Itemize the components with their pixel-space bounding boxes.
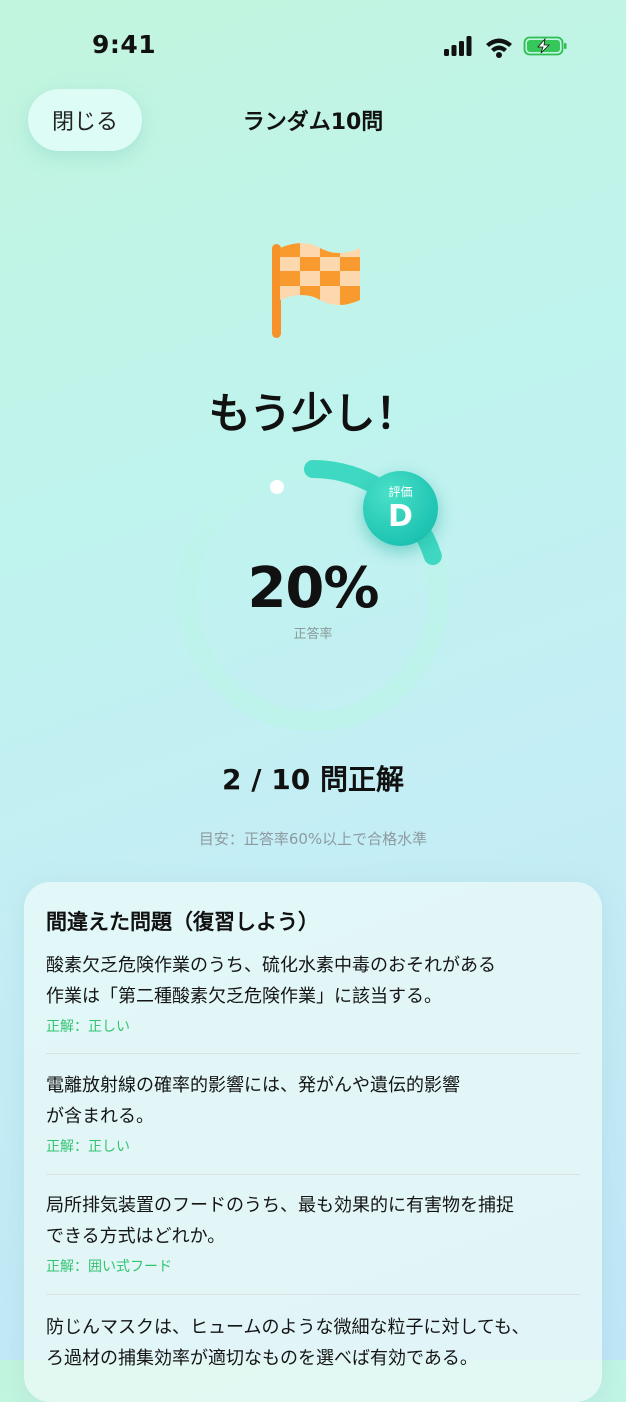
status-bar: 9:41 [0, 0, 626, 90]
review-item[interactable]: 防じんマスクは、ヒュームのような微細な粒子に対しても、 ろ過材の捕集効率が適切な… [46, 1312, 580, 1374]
review-title: 間違えた問題（復習しよう） [46, 910, 319, 934]
review-card: 間違えた問題（復習しよう） 酸素欠乏危険作業のうち、硫化水素中毒のおそれがある … [24, 882, 602, 1402]
review-answer: 正解：正しい [46, 1019, 130, 1035]
cellular-signal-icon [444, 36, 472, 56]
accuracy-percent: 20% [247, 556, 379, 621]
review-answer: 正解：正しい [46, 1139, 130, 1155]
review-item[interactable]: 局所排気装置のフードのうち、最も効果的に有害物を捕捉 できる方式はどれか。 正解… [46, 1190, 580, 1276]
status-icons [444, 36, 567, 58]
ring-start-dot [270, 480, 284, 494]
accuracy-label: 正答率 [293, 627, 333, 642]
page-title: ランダム10問 [242, 110, 384, 135]
result-headline: もう少し！ [208, 389, 418, 438]
review-question: 局所排気装置のフードのうち、最も効果的に有害物を捕捉 できる方式はどれか。 [46, 1195, 514, 1247]
review-question: 酸素欠乏危険作業のうち、硫化水素中毒のおそれがある 作業は「第二種酸素欠乏危険作… [46, 955, 496, 1007]
passing-guide: 目安：正答率60%以上で合格水準 [198, 830, 428, 848]
status-time: 9:41 [92, 30, 157, 59]
review-item[interactable]: 電離放射線の確率的影響には、発がんや遺伝的影響 が含まれる。 正解：正しい [46, 1070, 580, 1156]
review-question: 防じんマスクは、ヒュームのような微細な粒子に対しても、 ろ過材の捕集効率が適切な… [46, 1317, 530, 1369]
grade-label: 評価 [388, 485, 413, 499]
wifi-icon [486, 38, 512, 58]
grade-badge: 評価 D [363, 471, 438, 546]
battery-charging-icon [523, 36, 567, 56]
divider [46, 1294, 580, 1295]
review-item[interactable]: 酸素欠乏危険作業のうち、硫化水素中毒のおそれがある 作業は「第二種酸素欠乏危険作… [46, 950, 580, 1036]
grade-value: D [388, 499, 413, 534]
divider [46, 1174, 580, 1175]
review-answer: 正解：囲い式フード [46, 1259, 172, 1275]
checkered-flag-icon [272, 243, 360, 338]
score-text: 2 / 10 問正解 [222, 763, 404, 796]
review-question: 電離放射線の確率的影響には、発がんや遺伝的影響 が含まれる。 [46, 1075, 460, 1127]
divider [46, 1053, 580, 1054]
